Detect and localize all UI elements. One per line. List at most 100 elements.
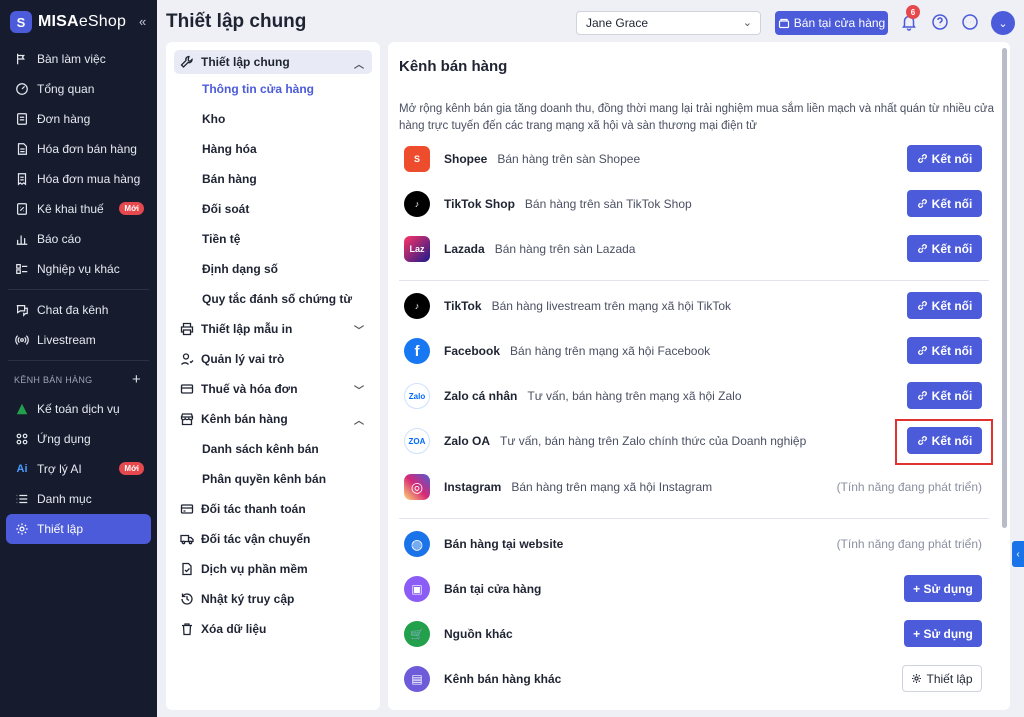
- add-channel-icon[interactable]: +: [132, 371, 141, 388]
- settings-sub-goods[interactable]: Hàng hóa: [166, 134, 380, 164]
- nav-item-chat[interactable]: Chat đa kênh: [0, 295, 157, 325]
- nav-item-livestream[interactable]: Livestream: [0, 325, 157, 355]
- channel-description: Bán hàng livestream trên mạng xã hội Tik…: [491, 299, 732, 313]
- connect-button-tiktok[interactable]: Kết nối: [907, 292, 982, 319]
- use-button-in-store[interactable]: + Sử dụng: [904, 575, 982, 602]
- settings-item-print-templates[interactable]: Thiết lập mẫu in ﹀: [166, 314, 380, 344]
- tax-icon: [14, 201, 30, 217]
- new-badge: Mới: [119, 202, 144, 215]
- connect-button-lazada[interactable]: Kết nối: [907, 235, 982, 262]
- nav-item-apps[interactable]: Ứng dụng: [0, 424, 157, 454]
- selected-user: Jane Grace: [586, 16, 649, 30]
- list-icon: [14, 491, 30, 507]
- more-options-icon[interactable]: [960, 12, 980, 32]
- branch-user-select[interactable]: Jane Grace ⌄: [576, 11, 761, 35]
- nav-label: Trợ lý AI: [37, 462, 82, 476]
- invoice-icon: [14, 141, 30, 157]
- settings-sub-channel-permissions[interactable]: Phân quyền kênh bán: [166, 464, 380, 494]
- zalo-logo-icon: Zalo: [404, 383, 430, 409]
- cart-icon: 🛒: [404, 621, 430, 647]
- settings-item-access-log[interactable]: Nhật ký truy cập: [166, 584, 380, 614]
- link-icon: [917, 199, 927, 208]
- nav-item-overview[interactable]: Tổng quan: [0, 74, 157, 104]
- wrench-icon: [180, 55, 194, 69]
- menu-label: Xóa dữ liệu: [201, 622, 267, 636]
- connect-button-tiktok-shop[interactable]: Kết nối: [907, 190, 982, 217]
- settings-sub-warehouse[interactable]: Kho: [166, 104, 380, 134]
- channel-name: Nguồn khác: [444, 627, 513, 641]
- nav-label: Danh mục: [37, 492, 92, 506]
- channel-name: Facebook: [444, 344, 501, 358]
- settings-item-tax-invoice[interactable]: Thuế và hóa đơn ﹀: [166, 374, 380, 404]
- facebook-logo-icon: f: [404, 338, 430, 364]
- brand[interactable]: S MISAeShop: [0, 0, 157, 44]
- apps-icon: [14, 431, 30, 447]
- nav-label: Nghiệp vụ khác: [37, 262, 120, 276]
- nav-item-orders[interactable]: Đơn hàng: [0, 104, 157, 134]
- channel-description: Bán hàng trên sàn TikTok Shop: [524, 197, 692, 211]
- menu-label: Kênh bán hàng: [201, 412, 288, 426]
- sell-in-store-label: Bán tại cửa hàng: [793, 16, 886, 30]
- tiktok-logo-icon: ♪: [404, 293, 430, 319]
- nav-item-ai-assistant[interactable]: Ai Trợ lý AI Mới: [0, 454, 157, 484]
- nav-item-tax[interactable]: Kê khai thuế Mới: [0, 194, 157, 224]
- content-scrollbar[interactable]: [1002, 48, 1007, 528]
- nav-item-sales-invoice[interactable]: Hóa đơn bán hàng: [0, 134, 157, 164]
- connect-button-facebook[interactable]: Kết nối: [907, 337, 982, 364]
- menu-label: Thuế và hóa đơn: [201, 382, 298, 396]
- document-icon: [180, 562, 194, 576]
- use-button-other-source[interactable]: + Sử dụng: [904, 620, 982, 647]
- settings-sub-currency[interactable]: Tiền tệ: [166, 224, 380, 254]
- channel-row-lazada: Laz Lazada Bán hàng trên sàn Lazada Kết …: [404, 233, 982, 265]
- setup-button-other-channel[interactable]: Thiết lập: [902, 665, 982, 692]
- channel-name: Zalo cá nhân: [444, 389, 518, 403]
- side-panel-toggle[interactable]: ‹: [1012, 541, 1024, 567]
- settings-item-roles[interactable]: Quản lý vai trò: [166, 344, 380, 374]
- menu-label: Thiết lập chung: [201, 55, 290, 69]
- settings-sub-doc-numbering[interactable]: Quy tắc đánh số chứng từ: [166, 284, 380, 314]
- section-divider: [399, 518, 989, 519]
- other-ops-icon: [14, 261, 30, 277]
- chevron-down-icon: ﹀: [354, 386, 364, 397]
- main-nav: Bàn làm việc Tổng quan Đơn hàng Hóa đơn …: [0, 44, 157, 284]
- nav-item-categories[interactable]: Danh mục: [0, 484, 157, 514]
- nav-item-settings[interactable]: Thiết lập: [6, 514, 151, 544]
- nav-item-workspace[interactable]: Bàn làm việc: [0, 44, 157, 74]
- settings-item-general[interactable]: Thiết lập chung ︿: [174, 50, 372, 74]
- link-icon: [917, 301, 927, 310]
- connect-label: Kết nối: [931, 196, 973, 211]
- help-icon[interactable]: [930, 12, 950, 32]
- menu-label: Thiết lập mẫu in: [201, 322, 293, 336]
- sell-in-store-button[interactable]: Bán tại cửa hàng: [775, 11, 888, 35]
- settings-item-software-services[interactable]: Dịch vụ phần mềm: [166, 554, 380, 584]
- settings-sub-channel-list[interactable]: Danh sách kênh bán: [166, 434, 380, 464]
- collapse-sidebar-icon[interactable]: «: [139, 14, 146, 29]
- settings-sub-sales[interactable]: Bán hàng: [166, 164, 380, 194]
- link-icon: [917, 391, 927, 400]
- nav-item-reports[interactable]: Báo cáo: [0, 224, 157, 254]
- user-avatar[interactable]: ⌄: [991, 11, 1015, 35]
- nav-item-accounting[interactable]: Kế toán dịch vụ: [0, 394, 157, 424]
- menu-label: Dịch vụ phần mềm: [201, 562, 308, 576]
- connect-button-zalo-personal[interactable]: Kết nối: [907, 382, 982, 409]
- settings-icon: [14, 521, 30, 537]
- settings-sub-store-info[interactable]: Thông tin cửa hàng: [166, 74, 380, 104]
- nav-item-other-ops[interactable]: Nghiệp vụ khác: [0, 254, 157, 284]
- channel-row-instagram: ◎ Instagram Bán hàng trên mạng xã hội In…: [404, 471, 982, 503]
- settings-item-shipping-partners[interactable]: Đối tác vận chuyển: [166, 524, 380, 554]
- settings-sub-reconciliation[interactable]: Đối soát: [166, 194, 380, 224]
- settings-item-payment-partners[interactable]: Đối tác thanh toán: [166, 494, 380, 524]
- in-development-note: (Tính năng đang phát triển): [836, 537, 982, 551]
- setup-label: Thiết lập: [926, 671, 973, 686]
- channel-name: Kênh bán hàng khác: [444, 672, 562, 686]
- settings-item-sales-channels[interactable]: Kênh bán hàng ︿: [166, 404, 380, 434]
- connect-label: Kết nối: [931, 343, 973, 358]
- channel-row-tiktok-shop: ♪ TikTok Shop Bán hàng trên sàn TikTok S…: [404, 188, 982, 220]
- settings-item-delete-data[interactable]: Xóa dữ liệu: [166, 614, 380, 644]
- globe-icon: ◍: [404, 531, 430, 557]
- settings-sub-number-format[interactable]: Định dạng số: [166, 254, 380, 284]
- nav-item-purchase-invoice[interactable]: Hóa đơn mua hàng: [0, 164, 157, 194]
- nav-label: Bàn làm việc: [37, 52, 106, 66]
- channel-name: Bán hàng tại website: [444, 537, 564, 551]
- connect-button-shopee[interactable]: Kết nối: [907, 145, 982, 172]
